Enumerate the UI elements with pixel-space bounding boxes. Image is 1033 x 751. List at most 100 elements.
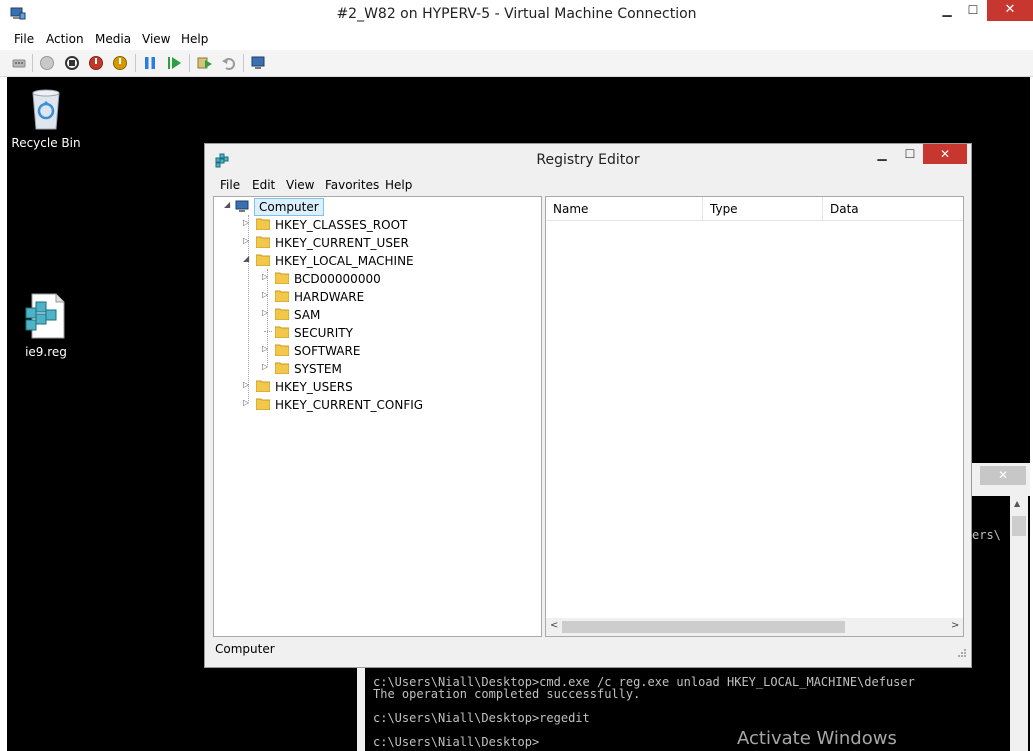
regedit-maximize-button[interactable]: ☐ [897,147,923,165]
registry-values-list[interactable]: Name Type Data < > [545,196,964,637]
console-window[interactable]: ✕ ers\ ▲ [972,463,1030,751]
resize-grip-icon[interactable] [957,648,967,658]
tree-node-label: HKEY_CURRENT_USER [275,236,409,250]
menu-media[interactable]: Media [95,32,131,46]
collapse-arrow-icon[interactable]: ◢ [243,254,253,263]
start-icon[interactable] [39,55,55,71]
collapse-arrow-icon[interactable]: ◢ [224,200,234,209]
folder-open-icon [256,254,270,266]
folder-icon [275,308,289,320]
expand-arrow-icon[interactable]: ▷ [262,362,272,371]
registry-editor-window[interactable]: Registry Editor ▁ ☐ ✕ File Edit View Fav… [204,143,972,668]
regedit-menu-view[interactable]: View [286,178,314,192]
expand-arrow-icon[interactable]: ▷ [262,308,272,317]
folder-icon [256,398,270,410]
tree-node-hkey-current-config[interactable]: ▷ HKEY_CURRENT_CONFIG [243,396,463,414]
pause-icon[interactable] [142,55,158,71]
console-close-button[interactable]: ✕ [980,466,1026,485]
tree-node-label: SOFTWARE [294,344,361,358]
menu-help[interactable]: Help [181,32,208,46]
checkpoint-icon[interactable] [197,55,213,71]
regedit-menu-favorites[interactable]: Favorites [325,178,379,192]
ctrl-alt-del-icon[interactable] [11,55,27,71]
registry-tree[interactable]: ◢ Computer ▷ HKEY_CLASSES_ROOT ▷ HKEY_CU… [213,196,542,637]
tree-node-hkey-current-user[interactable]: ▷ HKEY_CURRENT_USER [243,234,463,252]
tree-node-label: Computer [254,198,324,216]
folder-icon [275,344,289,356]
tree-node-software[interactable]: ▷ SOFTWARE [262,342,462,360]
expand-arrow-icon[interactable]: ▷ [243,236,253,245]
column-header-data[interactable]: Data [823,197,963,221]
tree-node-hkey-users[interactable]: ▷ HKEY_USERS [243,378,463,396]
menu-action[interactable]: Action [46,32,84,46]
scroll-up-icon[interactable]: ▲ [1014,499,1020,508]
console-title-bar: ✕ [972,463,1030,496]
expand-arrow-icon[interactable]: ▷ [262,344,272,353]
desktop-icon-label: ie9.reg [25,345,67,359]
tree-node-hkey-classes-root[interactable]: ▷ HKEY_CLASSES_ROOT [243,216,463,234]
console-scrollbar[interactable]: ▲ [1010,496,1028,751]
tree-node-label: HARDWARE [294,290,365,304]
tree-node-bcd00000000[interactable]: ▷ BCD00000000 [262,270,462,288]
desktop-icon-recycle-bin[interactable]: Recycle Bin [7,85,86,150]
regedit-title: Registry Editor [536,152,640,168]
folder-icon [275,290,289,302]
expand-arrow-icon[interactable]: ▷ [243,398,253,407]
resume-icon[interactable] [166,55,182,71]
tree-node-security[interactable]: SECURITY [262,324,462,342]
expand-arrow-icon[interactable]: ▷ [262,272,272,281]
menu-view[interactable]: View [142,32,170,46]
expand-arrow-icon[interactable]: ▷ [243,380,253,389]
guest-screen[interactable]: Recycle Bin ie9.reg ✕ ers\ ▲ c:\Users\Ni… [7,77,1030,751]
regedit-status-bar: Computer [213,640,967,660]
shutdown-icon[interactable] [88,55,104,71]
values-scroll-thumb[interactable] [562,621,845,633]
host-title-bar: #2_W82 on HYPERV-5 - Virtual Machine Con… [0,0,1033,30]
desktop-icon-label: Recycle Bin [11,136,81,150]
console-scroll-thumb[interactable] [1012,516,1026,536]
turn-off-icon[interactable] [64,55,80,71]
regedit-menu-edit[interactable]: Edit [252,178,275,192]
reg-file-icon [25,293,65,339]
toolbar-separator [32,54,33,72]
tree-node-label: SYSTEM [294,362,342,376]
scroll-right-icon[interactable]: > [951,620,959,631]
recycle-bin-icon [32,89,60,130]
toolbar-separator [243,54,244,72]
toolbar-separator [135,54,136,72]
tree-node-label: HKEY_CURRENT_CONFIG [275,398,424,412]
tree-node-label: HKEY_CLASSES_ROOT [275,218,408,232]
tree-node-label: SAM [294,308,321,322]
regedit-menu-help[interactable]: Help [385,178,412,192]
maximize-button[interactable]: ☐ [958,0,988,22]
regedit-menu-file[interactable]: File [220,178,240,192]
tree-node-hkey-local-machine[interactable]: ◢ HKEY_LOCAL_MACHINE [243,252,463,270]
regedit-title-bar: Registry Editor ▁ ☐ ✕ [205,144,971,176]
scroll-left-icon[interactable]: < [550,620,558,631]
regedit-close-button[interactable]: ✕ [923,144,967,164]
folder-icon [275,362,289,374]
console-line: c:\Users\Niall\Desktop> [373,735,540,749]
enhanced-session-icon[interactable] [250,55,266,71]
column-header-type[interactable]: Type [703,197,823,221]
tree-node-label: HKEY_USERS [275,380,353,394]
menu-file[interactable]: File [14,32,34,46]
tree-node-hardware[interactable]: ▷ HARDWARE [262,288,462,306]
tree-node-system[interactable]: ▷ SYSTEM [262,360,462,378]
expand-arrow-icon[interactable]: ▷ [262,290,272,299]
close-button[interactable]: ✕ [987,0,1033,21]
host-menu-bar: File Action Media View Help [0,30,1033,50]
revert-icon[interactable] [221,55,237,71]
window-title: #2_W82 on HYPERV-5 - Virtual Machine Con… [336,6,697,22]
regedit-minimize-button[interactable]: ▁ [869,147,895,165]
tree-node-sam[interactable]: ▷ SAM [262,306,462,324]
folder-icon [275,272,289,284]
expand-arrow-icon[interactable]: ▷ [243,218,253,227]
tree-node-computer[interactable]: ◢ Computer [224,198,344,216]
activate-windows-watermark: Activate Windows [737,728,897,749]
values-horizontal-scrollbar[interactable]: < > [546,618,963,636]
console-partial-text: ers\ [972,528,1001,542]
save-icon[interactable] [112,55,128,71]
desktop-icon-ie9-reg[interactable]: ie9.reg [7,292,86,359]
column-header-name[interactable]: Name [546,197,703,221]
